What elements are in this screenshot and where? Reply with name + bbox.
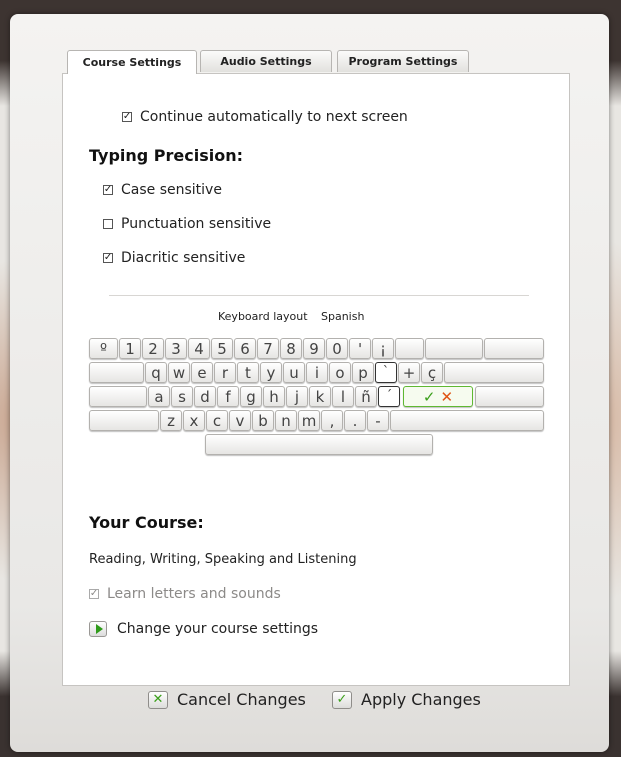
learn-letters-checkbox: ✓ xyxy=(89,588,99,599)
backspace-key[interactable] xyxy=(425,338,483,359)
diacritic-sensitive-option[interactable]: ✓ Diacritic sensitive xyxy=(103,250,245,266)
key[interactable]: s xyxy=(171,386,193,407)
key[interactable]: b xyxy=(252,410,274,431)
learn-letters-label: Learn letters and sounds xyxy=(107,586,281,602)
key[interactable]: ñ xyxy=(355,386,377,407)
continue-auto-checkbox[interactable]: ✓ xyxy=(122,112,132,122)
key[interactable]: o xyxy=(329,362,351,383)
key[interactable]: m xyxy=(298,410,320,431)
cancel-changes-label: Cancel Changes xyxy=(177,690,306,709)
left-shift-key[interactable] xyxy=(89,410,159,431)
key[interactable]: r xyxy=(214,362,236,383)
key[interactable]: y xyxy=(260,362,282,383)
continue-auto-label: Continue automatically to next screen xyxy=(140,109,408,125)
key[interactable]: q xyxy=(145,362,167,383)
continue-auto-option[interactable]: ✓ Continue automatically to next screen xyxy=(122,109,408,125)
key[interactable]: 5 xyxy=(211,338,233,359)
key[interactable]: - xyxy=(367,410,389,431)
key[interactable]: t xyxy=(237,362,259,383)
key[interactable]: w xyxy=(168,362,190,383)
caps-key[interactable] xyxy=(89,386,147,407)
your-course-heading: Your Course: xyxy=(89,513,204,532)
key[interactable]: c xyxy=(206,410,228,431)
course-name: Reading, Writing, Speaking and Listening xyxy=(89,552,357,567)
key[interactable]: x xyxy=(183,410,205,431)
close-icon: ✕ xyxy=(148,690,168,709)
space-bar-key[interactable] xyxy=(205,434,433,455)
key[interactable]: 9 xyxy=(303,338,325,359)
case-sensitive-label: Case sensitive xyxy=(121,182,222,198)
blank-key[interactable] xyxy=(475,386,544,407)
key[interactable]: ¡ xyxy=(372,338,394,359)
key[interactable]: i xyxy=(306,362,328,383)
key[interactable]: j xyxy=(286,386,308,407)
settings-dialog: Course Settings Audio Settings Program S… xyxy=(10,14,609,752)
cancel-changes-button[interactable]: ✕ Cancel Changes xyxy=(148,690,306,709)
key[interactable]: n xyxy=(275,410,297,431)
tab-key[interactable] xyxy=(89,362,144,383)
key[interactable]: 3 xyxy=(165,338,187,359)
case-sensitive-checkbox[interactable]: ✓ xyxy=(103,185,113,195)
key[interactable] xyxy=(395,338,424,359)
diacritic-sensitive-label: Diacritic sensitive xyxy=(121,250,246,266)
tab-course-settings[interactable]: Course Settings xyxy=(67,50,197,74)
key[interactable]: k xyxy=(309,386,331,407)
key[interactable]: ' xyxy=(349,338,371,359)
punctuation-sensitive-checkbox[interactable] xyxy=(103,219,113,229)
key[interactable]: ç xyxy=(421,362,443,383)
key[interactable]: g xyxy=(240,386,262,407)
check-icon: ✓ xyxy=(332,690,352,709)
tab-audio-settings[interactable]: Audio Settings xyxy=(200,50,332,72)
key[interactable]: . xyxy=(344,410,366,431)
key[interactable]: 4 xyxy=(188,338,210,359)
key[interactable]: , xyxy=(321,410,343,431)
key[interactable]: l xyxy=(332,386,354,407)
key[interactable]: 0 xyxy=(326,338,348,359)
apply-changes-label: Apply Changes xyxy=(361,690,481,709)
punctuation-sensitive-label: Punctuation sensitive xyxy=(121,216,272,232)
case-sensitive-option[interactable]: ✓ Case sensitive xyxy=(103,182,222,198)
blank-key[interactable] xyxy=(444,362,544,383)
divider xyxy=(109,295,529,296)
key[interactable]: + xyxy=(398,362,420,383)
keyboard-layout-label: Keyboard layout xyxy=(218,310,308,323)
key[interactable]: z xyxy=(160,410,182,431)
key[interactable]: 8 xyxy=(280,338,302,359)
change-course-link[interactable]: Change your course settings xyxy=(89,621,318,637)
key[interactable]: v xyxy=(229,410,251,431)
key[interactable]: 6 xyxy=(234,338,256,359)
key[interactable]: h xyxy=(263,386,285,407)
key[interactable]: d xyxy=(194,386,216,407)
confirm-key[interactable]: ✓ ✕ xyxy=(403,386,473,407)
key[interactable]: º xyxy=(89,338,118,359)
apply-changes-button[interactable]: ✓ Apply Changes xyxy=(332,690,481,709)
key[interactable]: 7 xyxy=(257,338,279,359)
key[interactable]: p xyxy=(352,362,374,383)
learn-letters-option: ✓ Learn letters and sounds xyxy=(89,586,281,602)
course-settings-panel: ✓ Continue automatically to next screen … xyxy=(62,73,570,686)
key[interactable]: 2 xyxy=(142,338,164,359)
play-icon xyxy=(89,621,107,637)
close-icon: ✕ xyxy=(440,387,454,406)
keyboard-layout-value: Spanish xyxy=(321,310,365,323)
check-icon: ✓ xyxy=(422,387,436,406)
key[interactable]: 1 xyxy=(119,338,141,359)
key[interactable]: f xyxy=(217,386,239,407)
diacritic-sensitive-checkbox[interactable]: ✓ xyxy=(103,253,113,263)
punctuation-sensitive-option[interactable]: Punctuation sensitive xyxy=(103,216,271,232)
key[interactable]: a xyxy=(148,386,170,407)
key[interactable]: e xyxy=(191,362,213,383)
right-shift-key[interactable] xyxy=(390,410,544,431)
typing-precision-heading: Typing Precision: xyxy=(89,146,244,165)
change-course-label: Change your course settings xyxy=(117,621,319,637)
tab-program-settings[interactable]: Program Settings xyxy=(337,50,469,72)
grave-accent-key[interactable]: ` xyxy=(375,362,397,383)
key[interactable]: u xyxy=(283,362,305,383)
blank-key[interactable] xyxy=(484,338,544,359)
acute-accent-key[interactable]: ´ xyxy=(378,386,400,407)
